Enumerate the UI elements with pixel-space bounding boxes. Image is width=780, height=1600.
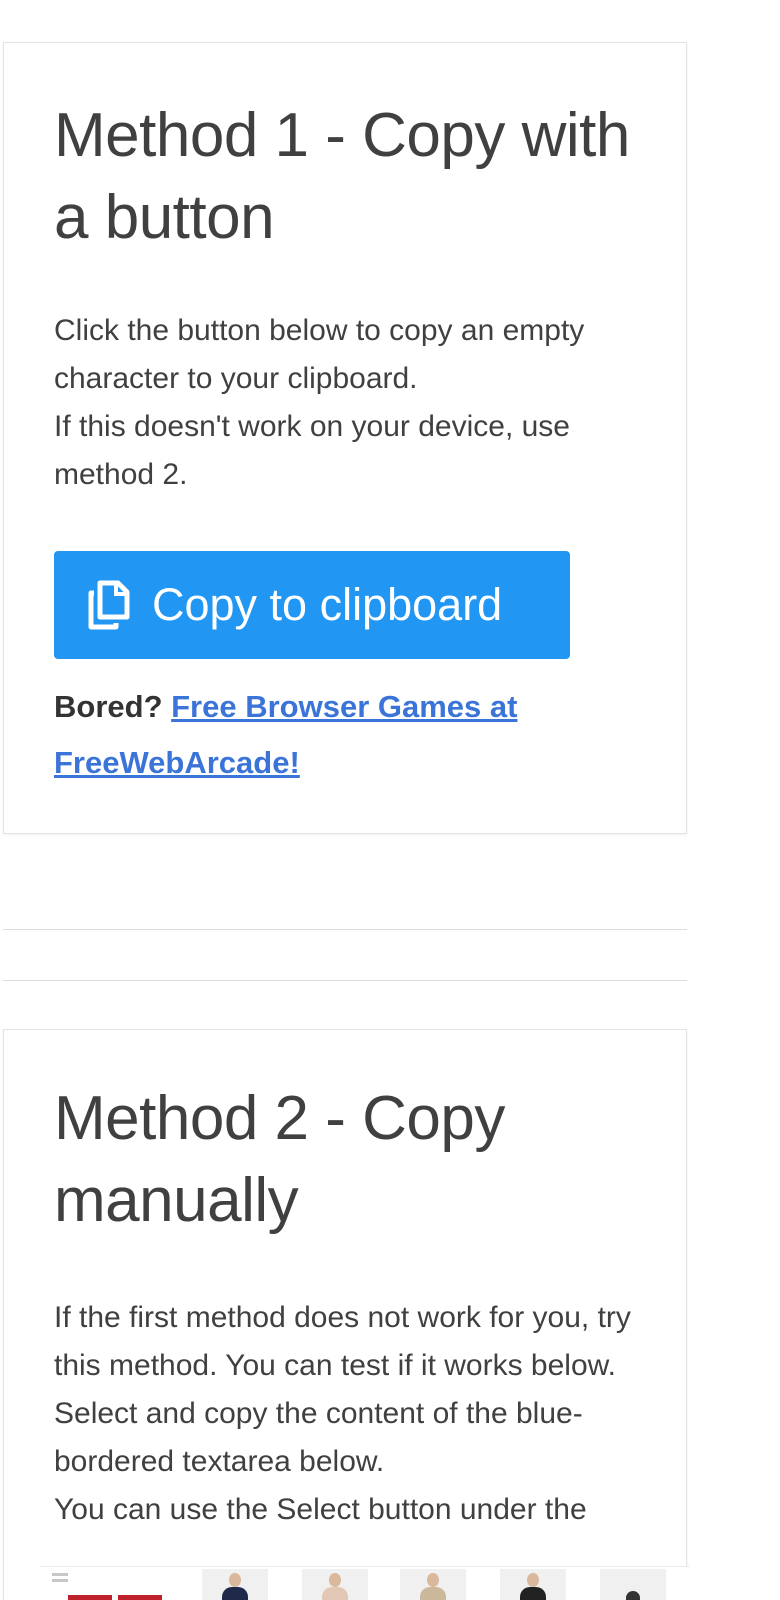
method-2-title: Method 2 - Copy manually: [54, 1084, 505, 1235]
method-2-description: If the first method does not work for yo…: [54, 1294, 636, 1534]
ad-banner[interactable]: [40, 1566, 690, 1600]
method-1-desc-line-1: Click the button below to copy an empty …: [54, 314, 585, 395]
ad-tile[interactable]: [118, 1595, 162, 1600]
bored-label: Bored?: [54, 689, 163, 724]
copy-to-clipboard-button[interactable]: Copy to clipboard: [54, 551, 570, 659]
method-1-title: Method 1 - Copy with a button: [54, 101, 630, 252]
method-1-description: Click the button below to copy an empty …: [54, 307, 636, 499]
ad-product-image[interactable]: [600, 1569, 666, 1600]
method-1-desc-line-2: If this doesn't work on your device, use…: [54, 410, 570, 491]
page: Method 1 - Copy with a button Click the …: [0, 0, 780, 1600]
copy-button-label: Copy to clipboard: [152, 579, 503, 630]
method-2-card: Method 2 - Copy manually If the first me…: [3, 1029, 687, 1600]
method-1-card: Method 1 - Copy with a button Click the …: [3, 42, 687, 834]
ad-product-image[interactable]: [400, 1569, 466, 1600]
bored-promo: Bored? Free Browser Games at FreeWebArca…: [54, 679, 636, 791]
menu-icon[interactable]: [52, 1573, 68, 1589]
divider: [3, 980, 687, 981]
ad-product-image[interactable]: [202, 1569, 268, 1600]
divider: [3, 929, 687, 930]
method-2-desc-line-2: Select and copy the content of the blue-…: [54, 1397, 583, 1478]
ad-product-image[interactable]: [302, 1569, 368, 1600]
copy-icon: [86, 580, 130, 630]
method-2-desc-line-3: You can use the Select button under the: [54, 1493, 587, 1526]
ad-tile[interactable]: [68, 1595, 112, 1600]
method-2-desc-line-1: If the first method does not work for yo…: [54, 1301, 631, 1382]
ad-product-image[interactable]: [500, 1569, 566, 1600]
